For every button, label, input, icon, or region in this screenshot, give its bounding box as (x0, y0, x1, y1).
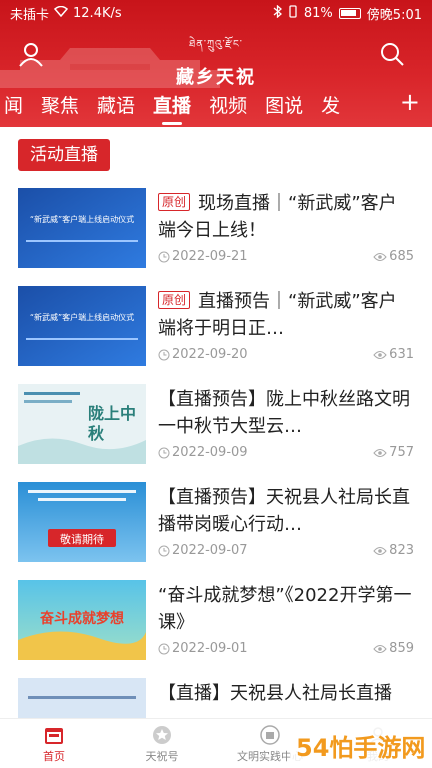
thumbnail-caption: “新武威”客户端上线启动仪式 (29, 215, 135, 224)
original-badge: 原创 (158, 291, 191, 309)
app-logo: ཐེན་ཀྲུའུ་རྫོང་ 藏乡天祝 (160, 33, 272, 89)
eye-icon (373, 448, 387, 457)
profile-button[interactable] (17, 40, 45, 68)
clock-icon (158, 251, 170, 262)
tab-news[interactable]: 闻 (0, 91, 32, 118)
news-title: “奋斗成就梦想”《2022开学第一课》 (158, 585, 412, 633)
thumbnail-caption: 奋斗成就梦想 (40, 611, 124, 627)
battery-percent: 81% (303, 5, 333, 21)
news-thumbnail: 奋斗成就梦想 (18, 580, 146, 660)
news-date: 2022-09-21 (172, 249, 248, 264)
news-thumbnail: “新武威”客户端上线启动仪式 (18, 286, 146, 366)
list-item[interactable]: 奋斗成就梦想 “奋斗成就梦想”《2022开学第一课》 2022-09-01 85… (0, 580, 432, 678)
news-date: 2022-09-09 (172, 445, 248, 460)
list-item[interactable]: 陇上中秋 【直播预告】陇上中秋丝路文明一中秋节大型云… 2022-09-09 7… (0, 384, 432, 482)
tab-video[interactable]: 视频 (200, 91, 256, 118)
news-thumbnail: 敬请期待 (18, 482, 146, 562)
search-button[interactable] (378, 40, 406, 68)
clock-icon (158, 349, 170, 360)
wifi-icon (53, 5, 69, 21)
nav-label: 首页 (43, 749, 65, 763)
app-header: 未插卡 12.4K/s 81% 傍晚5:01 ཐེན་ཀྲུའུ་རྫོང་ 藏… (0, 0, 432, 127)
eye-icon (373, 546, 387, 555)
carrier-text: 未插卡 (10, 7, 50, 23)
vibrate-icon (288, 4, 298, 22)
site-watermark: 54怕手游网 (290, 722, 432, 768)
list-item[interactable]: 敬请期待 【直播预告】天祝县人社局长直播带岗暖心行动… 2022-09-07 8… (0, 482, 432, 580)
bluetooth-icon (273, 4, 282, 22)
news-title: 【直播预告】天祝县人社局长直播带岗暖心行动… (158, 487, 410, 535)
clock-icon (158, 447, 170, 458)
view-count: 685 (389, 249, 414, 264)
list-item[interactable]: “新武威”客户端上线启动仪式 原创 现场直播｜“新武威”客户端今日上线！ 2022… (0, 188, 432, 286)
news-title: 【直播】天祝县人社局长直播 (158, 683, 392, 704)
news-list: “新武威”客户端上线启动仪式 原创 现场直播｜“新武威”客户端今日上线！ 2022… (0, 188, 432, 768)
eye-icon (373, 350, 387, 359)
emblem-icon (260, 724, 280, 745)
status-bar: 未插卡 12.4K/s 81% 傍晚5:01 (0, 0, 432, 26)
tab-publish[interactable]: 发 (312, 91, 349, 118)
tab-live[interactable]: 直播 (144, 91, 200, 118)
original-badge: 原创 (158, 193, 191, 211)
view-count: 823 (389, 543, 414, 558)
list-item[interactable]: “新武威”客户端上线启动仪式 原创 直播预告｜“新武威”客户端将于明日正… 202… (0, 286, 432, 384)
news-title: 【直播预告】陇上中秋丝路文明一中秋节大型云… (158, 389, 410, 437)
thumbnail-caption: 陇上中秋 (88, 404, 137, 443)
logo-title: 藏乡天祝 (176, 67, 256, 88)
news-date: 2022-09-20 (172, 347, 248, 362)
nav-home[interactable]: 首页 (0, 719, 108, 768)
eye-icon (373, 644, 387, 653)
search-icon (381, 43, 404, 66)
news-date: 2022-09-01 (172, 641, 248, 656)
user-icon (19, 43, 43, 67)
thumbnail-caption: 敬请期待 (60, 533, 104, 546)
view-count: 859 (389, 641, 414, 656)
nav-label: 天祝号 (145, 749, 179, 763)
network-speed: 12.4K/s (73, 5, 122, 21)
home-calendar-icon (45, 727, 63, 744)
news-thumbnail: 陇上中秋 (18, 384, 146, 464)
tab-photo[interactable]: 图说 (256, 91, 312, 118)
logo-tibetan: ཐེན་ཀྲུའུ་རྫོང་ (189, 39, 243, 50)
view-count: 631 (389, 347, 414, 362)
news-date: 2022-09-07 (172, 543, 248, 558)
eye-icon (373, 252, 387, 261)
thumbnail-caption: “新武威”客户端上线启动仪式 (29, 313, 135, 322)
news-title: 现场直播｜“新武威”客户端今日上线！ (158, 193, 397, 241)
nav-tianzhu-account[interactable]: 天祝号 (108, 719, 216, 768)
tab-tibetan[interactable]: 藏语 (88, 91, 144, 118)
category-tabs: 闻 聚焦 藏语 直播 视频 图说 发 (0, 88, 432, 120)
view-count: 757 (389, 445, 414, 460)
section-title: 活动直播 (18, 139, 110, 171)
news-title: 直播预告｜“新武威”客户端将于明日正… (158, 291, 397, 339)
clock-icon (158, 643, 170, 654)
clock-icon (158, 545, 170, 556)
clock-time: 傍晚5:01 (366, 7, 422, 23)
add-tab-button[interactable]: + (400, 88, 420, 116)
watermark-text: 54怕手游网 (296, 734, 426, 762)
tab-focus[interactable]: 聚焦 (32, 91, 88, 118)
battery-icon (338, 7, 361, 19)
star-icon (153, 725, 171, 744)
news-thumbnail: “新武威”客户端上线启动仪式 (18, 188, 146, 268)
